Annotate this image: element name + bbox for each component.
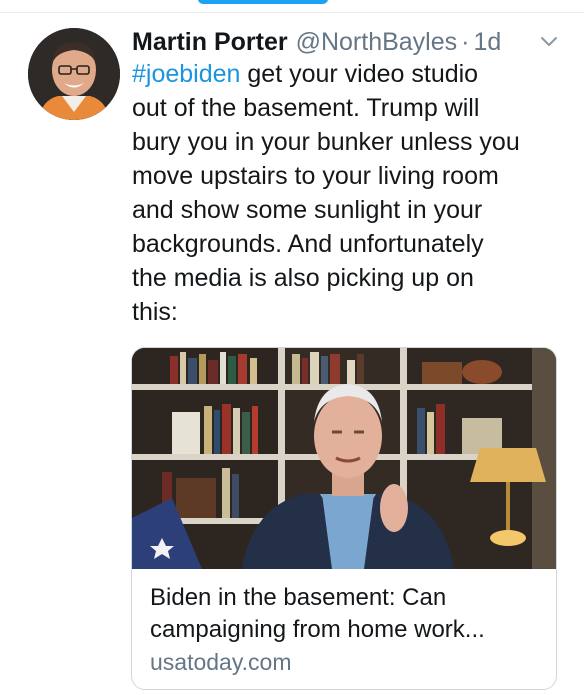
tweet-text-line: move upstairs to your living room: [132, 162, 499, 190]
tweet-view: Martin Porter @NorthBayles · 1d #joebide…: [0, 0, 584, 695]
tweet-text: #joebiden get your video studio out of t…: [132, 57, 562, 329]
avatar[interactable]: [28, 28, 120, 120]
author-name[interactable]: Martin Porter: [132, 28, 288, 57]
separator-dot: ·: [461, 27, 470, 56]
new-tweets-pill[interactable]: [198, 0, 328, 4]
author-handle[interactable]: @NorthBayles: [296, 28, 458, 57]
chevron-down-icon[interactable]: [538, 30, 560, 52]
tweet-text-line: out of the basement. Trump will: [132, 94, 480, 122]
tweet-text-line: bury you in your bunker unless you: [132, 128, 520, 156]
tweet-text-line: backgrounds. And unfortunately: [132, 230, 484, 258]
tweet-text-line: the media is also picking up on: [132, 264, 474, 292]
tweet-header: Martin Porter @NorthBayles · 1d: [132, 24, 501, 60]
tweet-text-line: and show some sunlight in your: [132, 196, 483, 224]
link-preview-card[interactable]: Biden in the basement: Can campaigning f…: [131, 347, 557, 690]
card-image[interactable]: [132, 348, 556, 569]
card-domain: usatoday.com: [150, 649, 292, 675]
tweet-text-line: #joebiden get your video studio: [132, 57, 562, 91]
tweet-timestamp[interactable]: 1d: [473, 28, 501, 57]
divider: [0, 12, 584, 13]
card-title-line: Biden in the basement: Can: [150, 584, 447, 611]
tweet-text-line: this:: [132, 298, 178, 326]
card-title[interactable]: Biden in the basement: Can campaigning f…: [150, 582, 550, 646]
hashtag-link[interactable]: #joebiden: [132, 60, 240, 88]
card-title-line: campaigning from home work...: [150, 616, 485, 643]
tweet-text-segment: get your video studio: [240, 60, 479, 88]
